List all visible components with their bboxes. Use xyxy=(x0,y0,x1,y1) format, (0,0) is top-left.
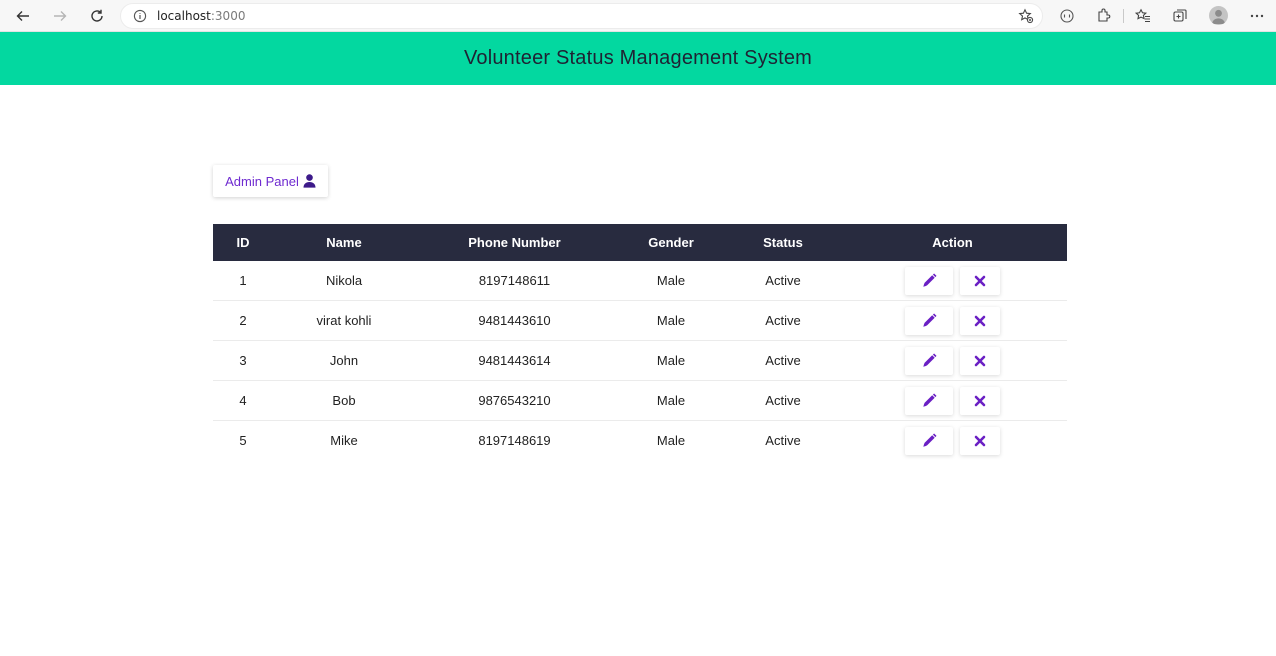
cell-action xyxy=(838,421,1067,461)
cell-action xyxy=(838,300,1067,341)
volunteer-table: ID Name Phone Number Gender Status Actio… xyxy=(213,224,1067,460)
delete-button[interactable] xyxy=(960,386,1000,415)
table-row: 4 Bob 9876543210 Male Active xyxy=(213,380,1067,421)
url-text[interactable]: localhost:3000 xyxy=(157,9,245,23)
more-options-icon[interactable] xyxy=(1246,5,1268,27)
column-header-phone: Phone Number xyxy=(415,224,614,261)
close-icon xyxy=(974,275,986,286)
cell-phone: 9481443614 xyxy=(415,340,614,381)
info-icon[interactable] xyxy=(133,9,147,28)
close-icon xyxy=(974,395,986,406)
action-buttons xyxy=(838,386,1067,415)
cell-action xyxy=(838,340,1067,381)
table-row: 3 John 9481443614 Male Active xyxy=(213,340,1067,381)
column-header-name: Name xyxy=(273,224,415,261)
cell-status: Active xyxy=(728,380,838,421)
table-row: 5 Mike 8197148619 Male Active xyxy=(213,421,1067,461)
back-button[interactable] xyxy=(11,4,35,28)
column-header-id: ID xyxy=(213,224,273,261)
cell-gender: Male xyxy=(656,433,686,448)
profile-avatar[interactable] xyxy=(1209,6,1228,25)
cell-id: 4 xyxy=(213,380,273,421)
edit-button[interactable] xyxy=(905,306,953,335)
admin-panel-button[interactable]: Admin Panel xyxy=(213,165,328,197)
collections-icon[interactable] xyxy=(1169,5,1191,27)
cell-name: Bob xyxy=(273,380,415,421)
close-icon xyxy=(974,315,986,326)
refresh-icon xyxy=(91,9,103,22)
browser-toolbar: localhost:3000 xyxy=(0,0,1276,32)
page-title: Volunteer Status Management System xyxy=(463,47,813,69)
url-port: :3000 xyxy=(210,9,246,23)
column-header-action: Action xyxy=(838,224,1067,261)
table-row: 1 Nikola 8197148611 Male Active xyxy=(213,261,1067,301)
cell-id: 2 xyxy=(213,300,273,341)
favorites-icon[interactable] xyxy=(1132,5,1154,27)
cell-status: Active xyxy=(728,340,838,381)
profile-icon xyxy=(1211,9,1226,24)
extensions-icon[interactable] xyxy=(1092,5,1114,27)
action-buttons xyxy=(838,346,1067,375)
delete-button[interactable] xyxy=(960,266,1000,295)
arrow-left-icon xyxy=(16,11,29,21)
admin-panel-label: Admin Panel xyxy=(225,173,299,189)
cell-id: 3 xyxy=(213,340,273,381)
cell-action xyxy=(838,380,1067,421)
cell-id: 1 xyxy=(213,261,273,301)
forward-button[interactable] xyxy=(48,4,72,28)
cell-phone: 8197148619 xyxy=(478,433,551,448)
edit-button[interactable] xyxy=(905,426,953,455)
action-buttons xyxy=(838,306,1067,335)
cell-name: Mike xyxy=(330,433,358,448)
cell-name: virat kohli xyxy=(273,300,415,341)
edit-button[interactable] xyxy=(905,266,953,295)
table-header-row: ID Name Phone Number Gender Status Actio… xyxy=(213,224,1067,261)
cell-gender: Male xyxy=(614,261,728,301)
arrow-right-icon xyxy=(54,11,67,21)
cell-status: Active xyxy=(728,300,838,341)
edit-button[interactable] xyxy=(905,386,953,415)
reading-view-icon[interactable] xyxy=(1056,5,1078,27)
pencil-icon xyxy=(922,273,936,287)
action-buttons xyxy=(838,266,1067,295)
address-bar[interactable]: localhost:3000 xyxy=(120,3,1043,29)
refresh-button[interactable] xyxy=(85,4,109,28)
url-host: localhost xyxy=(157,9,211,23)
close-icon xyxy=(974,355,986,366)
app-header: Volunteer Status Management System xyxy=(0,32,1276,85)
pencil-icon xyxy=(922,353,936,367)
user-icon xyxy=(303,174,316,188)
column-header-gender: Gender xyxy=(614,224,728,261)
action-buttons xyxy=(838,426,1067,455)
delete-button[interactable] xyxy=(960,426,1000,455)
pencil-icon xyxy=(922,433,936,447)
cell-gender: Male xyxy=(614,380,728,421)
pencil-icon xyxy=(922,393,936,407)
close-icon xyxy=(974,435,986,446)
favorite-add-icon[interactable] xyxy=(1018,8,1034,29)
cell-name: Nikola xyxy=(273,261,415,301)
table-row: 2 virat kohli 9481443610 Male Active xyxy=(213,300,1067,341)
cell-gender: Male xyxy=(614,340,728,381)
delete-button[interactable] xyxy=(960,346,1000,375)
delete-button[interactable] xyxy=(960,306,1000,335)
column-header-status: Status xyxy=(728,224,838,261)
cell-id: 5 xyxy=(239,433,247,448)
cell-phone: 9876543210 xyxy=(415,380,614,421)
cell-phone: 8197148611 xyxy=(415,261,614,301)
edit-button[interactable] xyxy=(905,346,953,375)
cell-status: Active xyxy=(728,261,838,301)
cell-status: Active xyxy=(765,433,801,448)
toolbar-divider xyxy=(1123,9,1124,23)
cell-gender: Male xyxy=(614,300,728,341)
pencil-icon xyxy=(922,313,936,327)
cell-action xyxy=(838,261,1067,301)
cell-phone: 9481443610 xyxy=(415,300,614,341)
cell-name: John xyxy=(273,340,415,381)
